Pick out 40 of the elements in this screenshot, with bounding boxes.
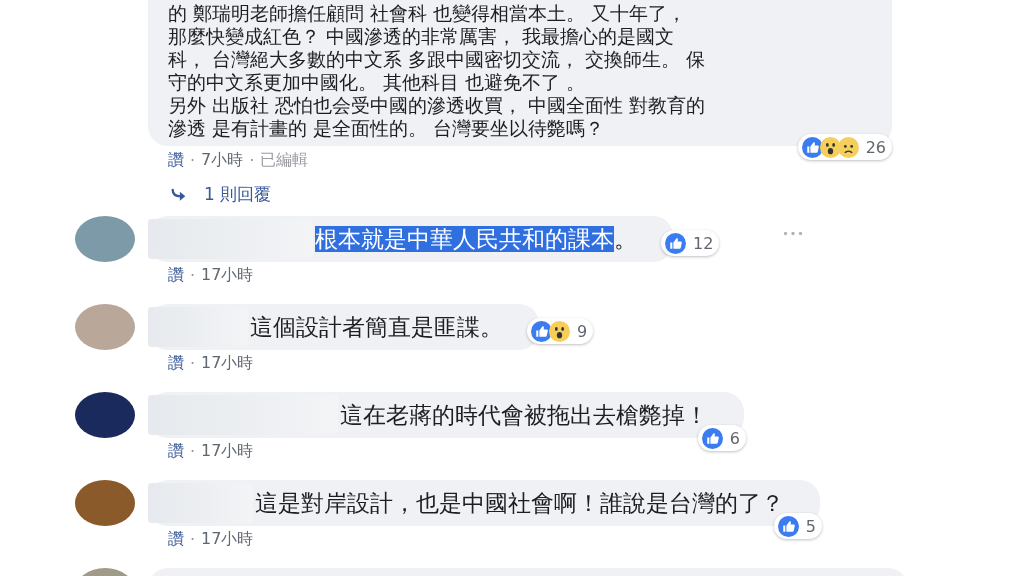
replies-link[interactable]: 1 則回覆 — [204, 182, 272, 206]
more-options-icon[interactable] — [783, 230, 803, 236]
reaction-badge[interactable]: 9 — [527, 318, 594, 344]
reaction-badge[interactable]: 6 — [697, 425, 746, 451]
sad-face-icon — [837, 136, 859, 158]
comment-text: 滲透 是有計畫的 是全面性的。 台灣要坐以待斃嗎？ — [168, 117, 606, 140]
like-link[interactable]: 讚 — [168, 440, 184, 462]
timestamp: 17小時 — [201, 528, 254, 550]
comment-text: 守的中文系更加中國化。 其他科目 也避免不了 。 — [168, 71, 587, 94]
surprised-face-icon — [819, 136, 841, 158]
like-link[interactable]: 讚 — [168, 264, 184, 286]
like-link[interactable]: 讚 — [168, 149, 184, 171]
separator-dot: · — [249, 150, 255, 170]
timestamp: 7小時 — [201, 149, 244, 171]
separator-dot: · — [190, 529, 196, 549]
comment-text: 的 鄭瑞明老師擔任顧問 社會科 也變得相當本土。 又十年了， — [168, 2, 688, 25]
separator-dot: · — [190, 150, 196, 170]
comment-text: 這個設計者簡直是匪諜。 — [250, 312, 503, 342]
separator-dot: · — [190, 265, 196, 285]
reaction-badge[interactable]: 12 — [661, 230, 720, 256]
like-link[interactable]: 讚 — [168, 528, 184, 550]
separator-dot: · — [190, 441, 196, 461]
edited-label: 已編輯 — [260, 149, 309, 171]
timestamp: 17小時 — [201, 264, 254, 286]
comment-text: 另外 出版社 恐怕也会受中國的滲透收買， 中國全面性 對教育的 — [168, 94, 707, 117]
like-link[interactable]: 讚 — [168, 352, 184, 374]
separator-dot: · — [190, 353, 196, 373]
timestamp: 17小時 — [201, 440, 254, 462]
surprised-face-icon — [549, 320, 570, 342]
timestamp: 17小時 — [201, 352, 254, 374]
thumbs-up-icon — [531, 320, 552, 342]
comment-text: 科， 台灣絕大多數的中文系 多跟中國密切交流， 交換師生。 保 — [168, 48, 707, 71]
thumbs-up-icon — [701, 427, 723, 449]
comment-text: 那麼快變成紅色？ 中國滲透的非常厲害， 我最擔心的是國文 — [168, 25, 676, 48]
thumbs-up-icon — [665, 232, 686, 254]
thumbs-up-icon — [777, 515, 799, 537]
reaction-badge[interactable]: 5 — [773, 513, 822, 539]
reply-arrow-icon — [170, 187, 188, 201]
reaction-badge[interactable]: 26 — [797, 134, 892, 160]
thumbs-up-icon — [801, 136, 823, 158]
